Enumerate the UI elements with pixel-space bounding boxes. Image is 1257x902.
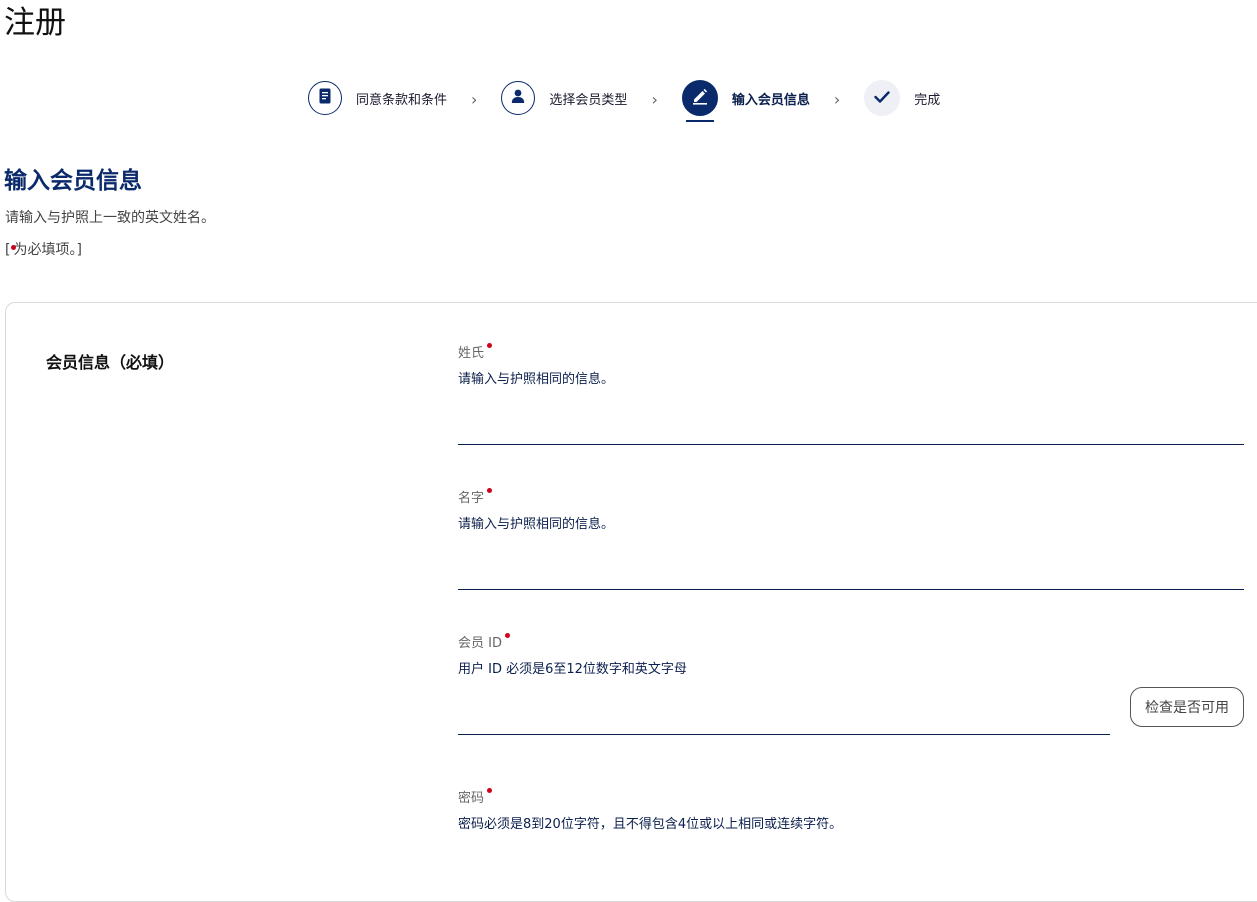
member-id-input[interactable] xyxy=(458,701,1110,735)
pencil-icon xyxy=(691,87,709,109)
step-agree-terms[interactable]: 同意条款和条件 xyxy=(308,81,447,115)
last-name-label: 姓氏 xyxy=(458,343,1244,363)
required-marker-icon xyxy=(487,343,493,348)
chevron-right-icon: › xyxy=(471,90,478,109)
user-icon xyxy=(510,88,526,108)
member-id-field-group: 会员 ID 用户 ID 必须是6至12位数字和英文字母 检查是否可用 xyxy=(458,633,1244,735)
step-complete[interactable]: 完成 xyxy=(864,80,940,116)
first-name-field-group: 名字 请输入与护照相同的信息。 xyxy=(458,488,1244,590)
step-circle-agree-terms xyxy=(308,81,342,115)
step-label-complete: 完成 xyxy=(914,92,941,108)
page-title: 注册 xyxy=(4,5,66,41)
last-name-hint: 请输入与护照相同的信息。 xyxy=(458,372,615,387)
first-name-label: 名字 xyxy=(458,488,1244,508)
member-id-hint: 用户 ID 必须是6至12位数字和英文字母 xyxy=(458,662,687,677)
step-select-member-type[interactable]: 选择会员类型 xyxy=(501,81,627,115)
required-note: [为必填项。] xyxy=(5,240,82,260)
member-id-label: 会员 ID xyxy=(458,633,1244,653)
first-name-input[interactable] xyxy=(458,556,1244,590)
required-note-text: 为必填项。] xyxy=(13,242,82,258)
section-title: 输入会员信息 xyxy=(4,168,142,194)
password-label-text: 密码 xyxy=(458,791,485,806)
check-icon xyxy=(874,89,890,108)
step-label-agree-terms: 同意条款和条件 xyxy=(356,92,448,108)
active-step-indicator xyxy=(685,120,714,122)
step-circle-complete xyxy=(864,80,901,116)
required-marker-icon xyxy=(487,788,493,793)
document-icon xyxy=(318,88,332,108)
check-availability-button[interactable]: 检查是否可用 xyxy=(1130,687,1244,727)
member-info-heading: 会员信息（必填） xyxy=(46,353,175,372)
first-name-hint: 请输入与护照相同的信息。 xyxy=(458,517,615,532)
last-name-label-text: 姓氏 xyxy=(458,346,485,361)
last-name-input[interactable] xyxy=(458,411,1244,445)
step-label-enter-member-info: 输入会员信息 xyxy=(731,92,810,108)
member-id-input-row: 检查是否可用 xyxy=(458,679,1244,735)
step-circle-select-member-type xyxy=(501,81,536,115)
registration-stepper: 同意条款和条件 › 选择会员类型 › 输入会员信息 › 完成 xyxy=(308,78,940,122)
password-hint: 密码必须是8到20位字符，且不得包含4位或以上相同或连续字符。 xyxy=(458,817,843,832)
password-field-group: 密码 密码必须是8到20位字符，且不得包含4位或以上相同或连续字符。 xyxy=(458,788,1244,834)
section-description: 请输入与护照上一致的英文姓名。 xyxy=(5,210,215,226)
required-marker-icon xyxy=(487,488,493,493)
step-enter-member-info[interactable]: 输入会员信息 xyxy=(681,80,810,122)
first-name-label-text: 名字 xyxy=(458,491,485,506)
required-note-prefix: [ xyxy=(5,242,11,258)
last-name-field-group: 姓氏 请输入与护照相同的信息。 xyxy=(458,343,1244,445)
step-circle-enter-member-info xyxy=(681,80,718,116)
chevron-right-icon: › xyxy=(833,90,841,109)
required-marker-icon xyxy=(504,633,510,638)
chevron-right-icon: › xyxy=(651,90,658,109)
step-label-select-member-type: 选择会员类型 xyxy=(549,92,628,108)
member-id-label-text: 会员 ID xyxy=(458,636,502,651)
password-label: 密码 xyxy=(458,788,1244,808)
